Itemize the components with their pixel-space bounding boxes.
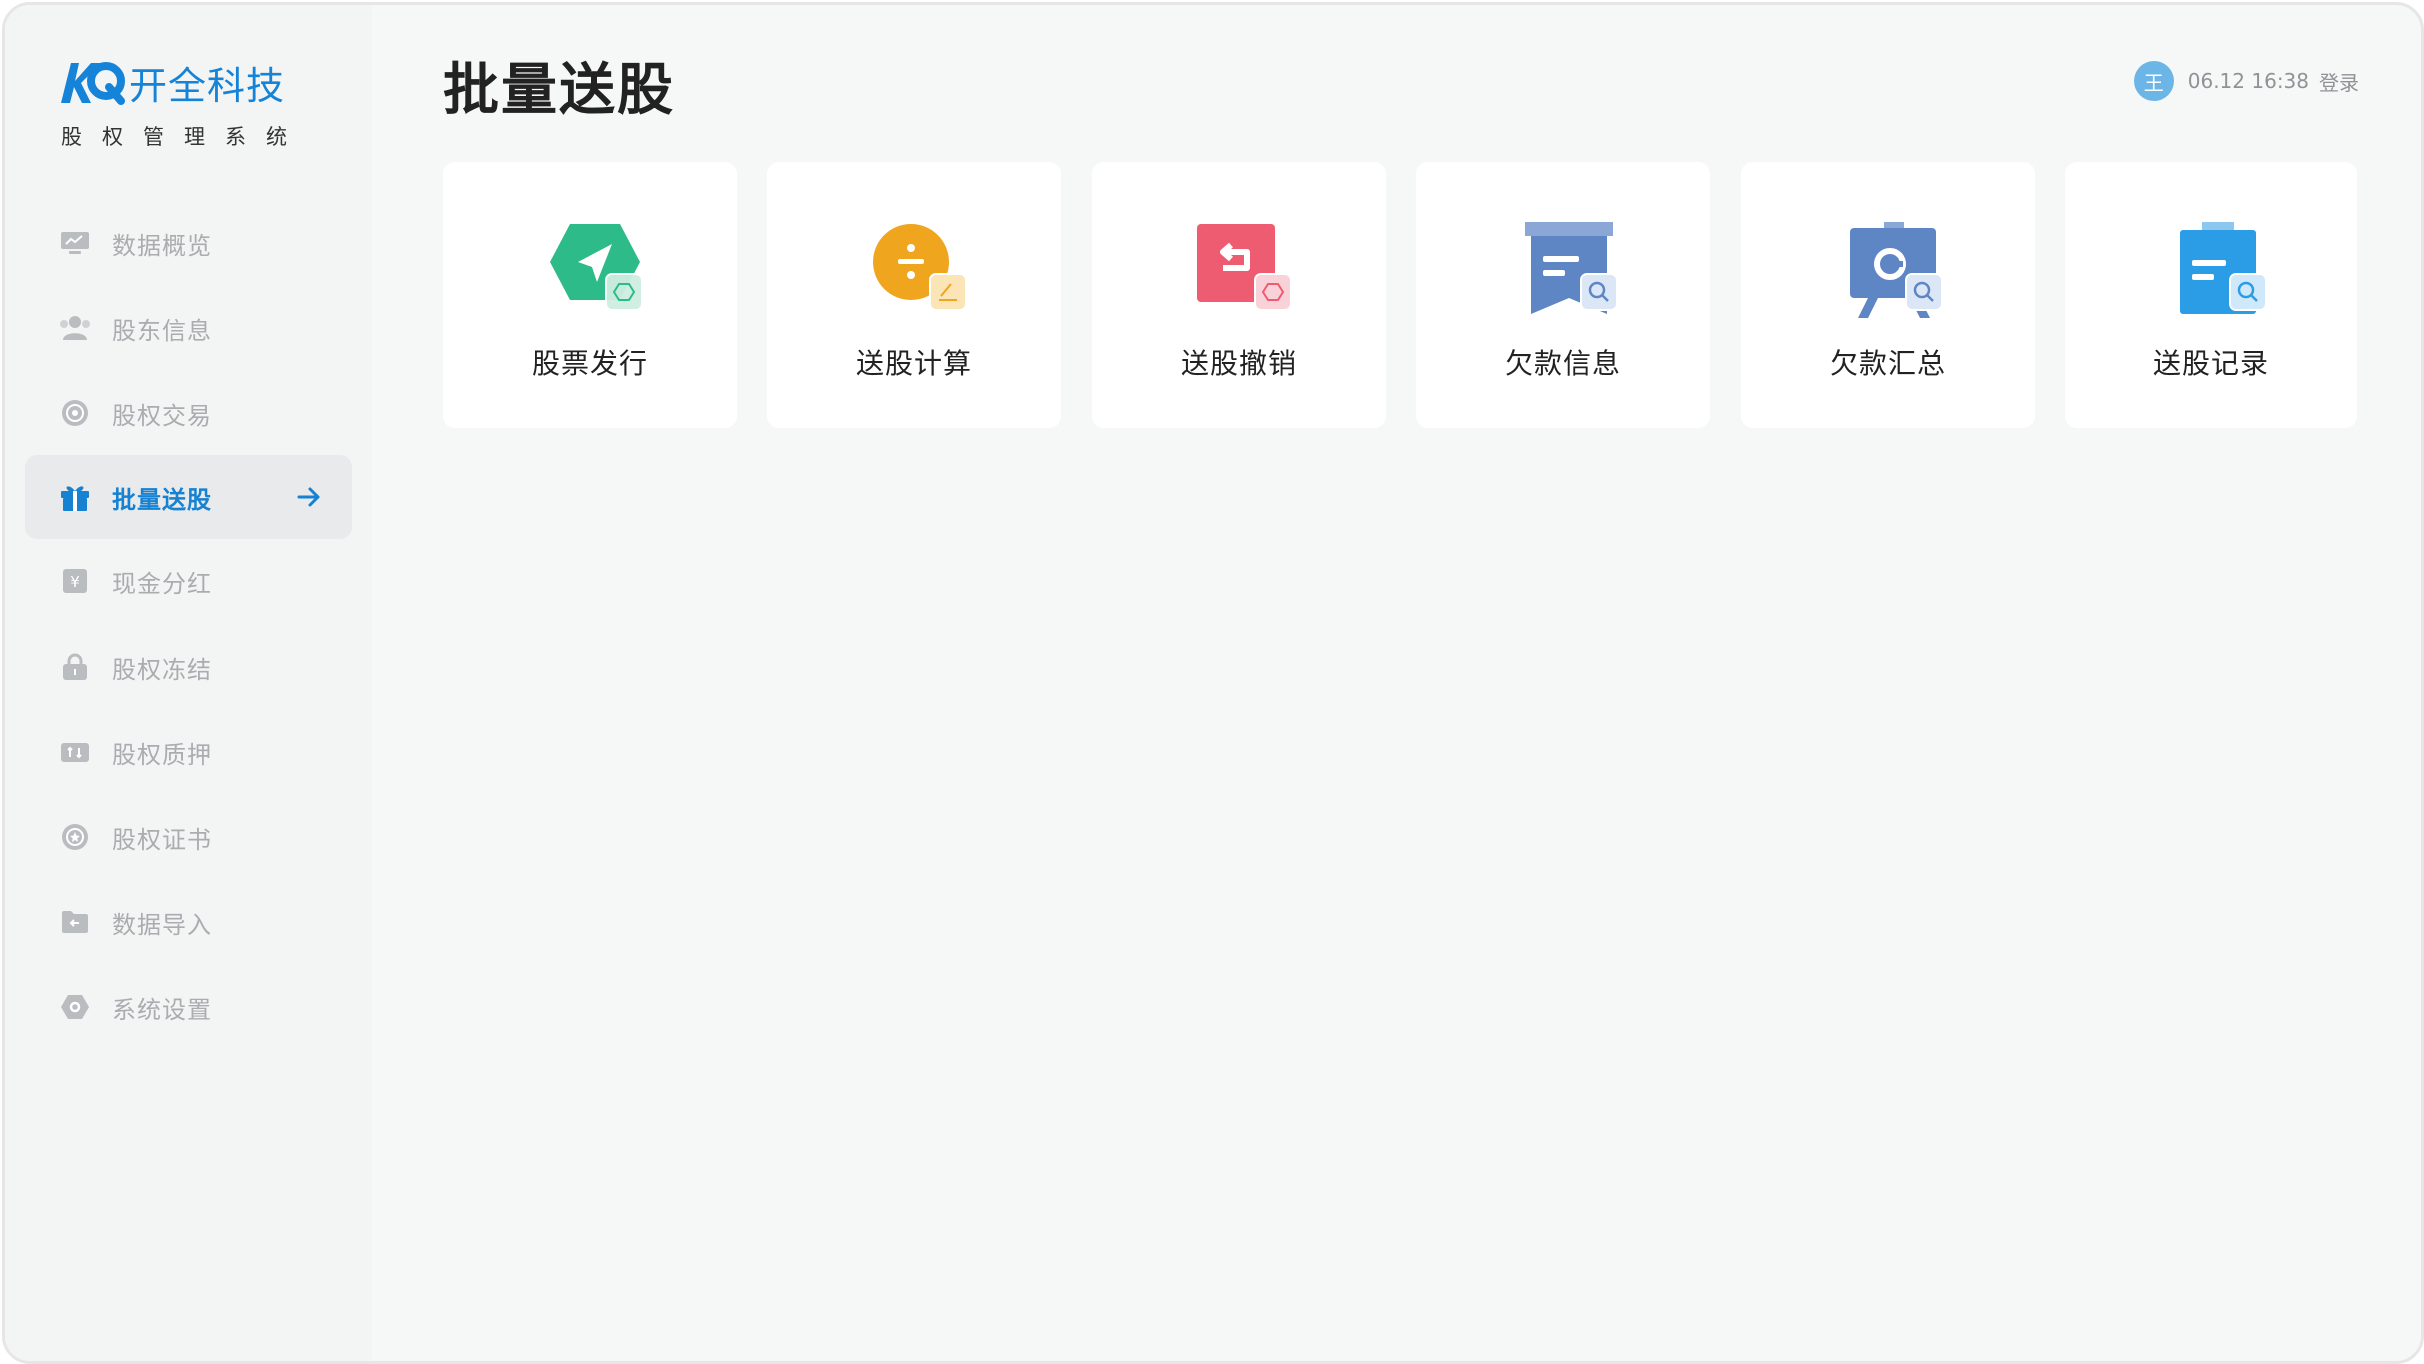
sidebar: 开全科技 股权管理系统 数据概览 股东信息 股权交易 批量送股 ¥ 现金分红 股…: [5, 5, 372, 1361]
record-icon: [2180, 222, 2267, 314]
card-label: 股票发行: [531, 347, 648, 380]
settings-icon: [58, 990, 92, 1024]
sidebar-item-equity-freeze[interactable]: 股权冻结: [25, 625, 352, 709]
users-icon: [58, 311, 92, 345]
pledge-icon: [58, 735, 92, 769]
brand-name: 开全科技: [129, 64, 286, 108]
divide-icon: [873, 224, 967, 311]
arrow-right-icon: [297, 487, 320, 507]
yen-icon: ¥: [58, 564, 92, 598]
sidebar-item-label: 股权证书: [112, 825, 212, 854]
sidebar-item-label: 批量送股: [112, 485, 212, 514]
login-link[interactable]: 登录: [2319, 67, 2359, 96]
page-title: 批量送股: [443, 58, 675, 123]
folder-import-icon: [58, 905, 92, 939]
monitor-icon: [58, 226, 92, 260]
sidebar-item-label: 股权质押: [112, 740, 212, 769]
card-label: 欠款汇总: [1829, 347, 1946, 380]
sidebar-item-cash-dividend[interactable]: ¥ 现金分红: [25, 539, 352, 623]
card-debt-summary[interactable]: 欠款汇总: [1741, 162, 2035, 428]
card-bonus-share-calculation[interactable]: 送股计算: [767, 162, 1061, 428]
app-window: 开全科技 股权管理系统 数据概览 股东信息 股权交易 批量送股 ¥ 现金分红 股…: [2, 2, 2424, 1364]
sidebar-item-label: 数据导入: [112, 910, 212, 939]
debt-info-icon: [1525, 222, 1618, 314]
sidebar-item-label: 股东信息: [112, 316, 212, 345]
login-time: 06.12 16:38: [2187, 69, 2309, 93]
svg-text:¥: ¥: [70, 573, 80, 591]
sidebar-item-label: 系统设置: [112, 995, 212, 1024]
card-bonus-share-records[interactable]: 送股记录: [2065, 162, 2357, 428]
debt-summary-icon: [1850, 222, 1943, 318]
sidebar-item-label: 股权冻结: [112, 655, 212, 684]
sidebar-item-label: 数据概览: [112, 231, 212, 260]
kq-logo-icon: [61, 62, 125, 105]
card-label: 欠款信息: [1504, 347, 1621, 380]
certificate-icon: [58, 820, 92, 854]
card-label: 送股计算: [855, 347, 972, 380]
sidebar-item-data-import[interactable]: 数据导入: [25, 880, 352, 964]
card-bonus-share-revocation[interactable]: 送股撤销: [1092, 162, 1386, 428]
brand-subtitle: 股权管理系统: [61, 125, 307, 149]
undo-icon: [1197, 224, 1292, 311]
sidebar-item-system-settings[interactable]: 系统设置: [25, 965, 352, 1049]
sidebar-item-equity-pledge[interactable]: 股权质押: [25, 710, 352, 794]
sidebar-item-shareholders[interactable]: 股东信息: [25, 286, 352, 370]
user-info: 王 06.12 16:38 登录: [2133, 61, 2359, 101]
gift-icon: [58, 480, 92, 514]
sidebar-item-equity-trading[interactable]: 股权交易: [25, 371, 352, 455]
sidebar-item-equity-certificate[interactable]: 股权证书: [25, 795, 352, 879]
sidebar-item-batch-bonus-shares[interactable]: 批量送股: [25, 455, 352, 539]
lock-icon: [58, 650, 92, 684]
sidebar-item-overview[interactable]: 数据概览: [25, 201, 352, 285]
card-label: 送股撤销: [1180, 347, 1297, 380]
sidebar-item-label: 现金分红: [112, 569, 212, 598]
card-label: 送股记录: [2152, 347, 2269, 380]
exchange-icon: [58, 396, 92, 430]
card-debt-information[interactable]: 欠款信息: [1416, 162, 1710, 428]
card-stock-issuance[interactable]: 股票发行: [443, 162, 737, 428]
sidebar-item-label: 股权交易: [112, 401, 212, 430]
avatar[interactable]: 王: [2133, 61, 2174, 101]
issue-icon: [550, 224, 643, 311]
